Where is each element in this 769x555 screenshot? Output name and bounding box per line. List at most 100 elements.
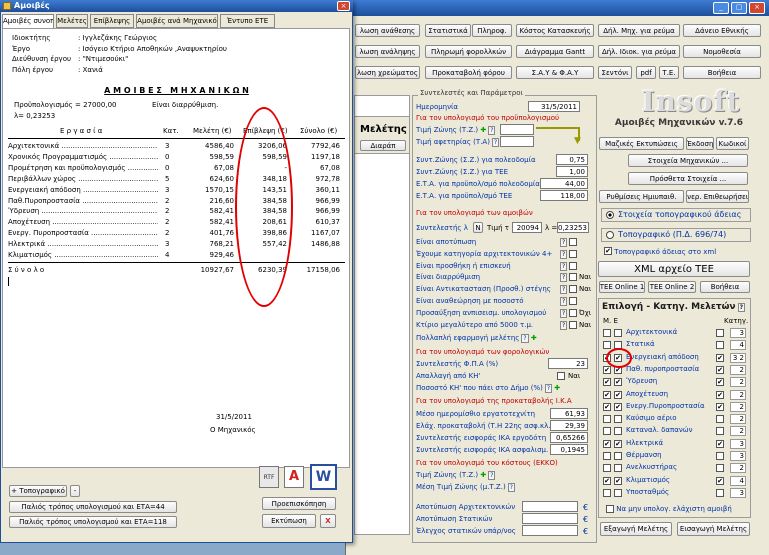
remove-topo-button[interactable]: -	[70, 485, 80, 497]
lambda-n-button[interactable]: Ν	[473, 222, 483, 233]
top-button[interactable]: Δάνειο Εθνικής	[683, 24, 761, 37]
category-kat-value[interactable]: 2	[730, 364, 746, 375]
category-e-check[interactable]	[614, 488, 622, 497]
app-window-controls[interactable]: _ ▢ ×	[713, 2, 765, 14]
rtf-icon[interactable]: RTF	[259, 466, 279, 488]
category-kat-value[interactable]: 2	[730, 463, 746, 474]
category-m-check[interactable]	[603, 464, 611, 473]
help-icon[interactable]: ?	[560, 238, 568, 247]
param-field[interactable]: 118,00	[540, 190, 588, 201]
category-m-check[interactable]	[603, 488, 611, 497]
category-m-check[interactable]	[603, 452, 611, 460]
top-button[interactable]: λωση χρεώματος	[355, 66, 420, 79]
category-m-check[interactable]: ✔	[603, 439, 611, 448]
right-button[interactable]: Ρυθμίσεις Ημιυπαιθ.	[599, 190, 684, 203]
top-button[interactable]: Δήλ. Ιδιοκ. για ρεύμα	[598, 45, 680, 58]
top-button[interactable]: λωση ανάληψης	[355, 45, 420, 58]
category-kat-check[interactable]	[716, 488, 724, 497]
bg-darap-button[interactable]: Διαράπ	[360, 140, 406, 151]
param-field[interactable]: 0,75	[556, 154, 588, 165]
category-kat-check[interactable]	[716, 427, 724, 436]
top-button[interactable]: Δήλ. Μηχ. για ρεύμα	[598, 24, 680, 37]
radio-option[interactable]: Τοπογραφικό (Π.Δ. 696/74)	[601, 228, 751, 242]
help-icon[interactable]: ?	[560, 273, 568, 283]
minimize-icon[interactable]: _	[713, 2, 729, 14]
add-topo-button[interactable]: + Τοπογραφικό	[9, 485, 67, 497]
ika-field[interactable]: 0,65266	[550, 432, 588, 443]
category-kat-check[interactable]: ✔	[716, 439, 724, 448]
xml-tee-button[interactable]: XML αρχείο ΤΕΕ	[598, 261, 750, 277]
category-m-check[interactable]	[603, 427, 611, 436]
small-top-button[interactable]: Βοήθεια	[683, 66, 761, 79]
category-kat-check[interactable]	[716, 452, 724, 460]
category-m-check[interactable]	[603, 341, 611, 350]
min-fee-check[interactable]: Να μην υπολογ. ελάχιστη αμοιβή	[606, 505, 732, 513]
ika-field[interactable]: 61,93	[550, 408, 588, 419]
top-button[interactable]: Πληροφ.	[472, 24, 512, 37]
category-kat-value[interactable]: 2	[730, 426, 746, 437]
category-e-check[interactable]: ✔	[614, 402, 622, 411]
flag-check[interactable]	[569, 261, 577, 270]
mode-44-button[interactable]: Παλιός τρόπος υπολογισμού και ΕΤΑ=44	[9, 501, 177, 513]
help-icon[interactable]: ?	[560, 285, 568, 295]
help-icon[interactable]: ?	[560, 320, 568, 330]
radio-icon[interactable]	[606, 210, 614, 219]
right-button[interactable]: Κωδικοί	[716, 137, 749, 150]
radio-icon[interactable]	[606, 230, 614, 239]
category-kat-value[interactable]: 3	[730, 487, 746, 498]
top-button[interactable]: Προκαταβολή φόρου	[425, 66, 512, 79]
lambda-field[interactable]: 0,23253	[557, 222, 589, 233]
tab[interactable]: Αμοιβές ανά Μηχανικό	[136, 14, 218, 28]
category-e-check[interactable]: ✔	[614, 390, 622, 399]
dialog-close-icon[interactable]: ×	[337, 1, 350, 11]
word-icon[interactable]: W	[310, 464, 337, 490]
ika-field[interactable]: 0,1945	[550, 444, 588, 455]
category-kat-value[interactable]: 4	[730, 475, 746, 486]
top-button[interactable]: Διάγραμμα Gantt	[516, 45, 594, 58]
category-kat-check[interactable]: ✔	[716, 476, 724, 485]
close-icon[interactable]: ×	[749, 2, 765, 14]
category-m-check[interactable]	[603, 329, 611, 337]
category-kat-value[interactable]: 3	[730, 438, 746, 449]
help-icon[interactable]: ?	[560, 261, 568, 271]
category-kat-value[interactable]: 3	[730, 451, 746, 461]
category-e-check[interactable]	[614, 464, 622, 473]
category-kat-value[interactable]: 3 2	[730, 352, 746, 363]
flag-check[interactable]	[569, 297, 577, 305]
fpa-field[interactable]: 23	[548, 358, 588, 369]
t-field[interactable]: 20094	[512, 222, 542, 233]
category-e-check[interactable]	[614, 415, 622, 424]
category-m-check[interactable]: ✔	[603, 365, 611, 374]
category-e-check[interactable]	[614, 427, 622, 436]
flag-check[interactable]	[569, 320, 577, 329]
category-kat-check[interactable]	[716, 464, 724, 473]
kh-check[interactable]	[557, 372, 565, 380]
top-button[interactable]: Πληρωμή φορολλκών	[425, 45, 512, 58]
pdf-icon[interactable]: A	[284, 466, 304, 488]
flag-check[interactable]	[569, 308, 577, 317]
tee-online-button[interactable]: Βοήθεια	[700, 281, 750, 293]
category-kat-value[interactable]: 2	[730, 389, 746, 400]
flag-check[interactable]	[569, 249, 577, 258]
close-button[interactable]: X	[320, 514, 336, 528]
category-m-check[interactable]: ✔	[603, 476, 611, 485]
radio-option[interactable]: Στοιχεία τοπογραφικού άδειας	[601, 208, 751, 222]
maximize-icon[interactable]: ▢	[731, 2, 747, 14]
category-m-check[interactable]: ✔	[603, 378, 611, 387]
top-button[interactable]: Κόστος Κατασκευής	[516, 24, 594, 37]
date-field[interactable]: 31/5/2011	[528, 101, 580, 112]
category-e-check[interactable]: ✔	[614, 378, 622, 387]
ika-field[interactable]: 29,39	[550, 420, 588, 431]
category-e-check[interactable]: ✔	[614, 476, 622, 485]
tab[interactable]: Επίβλεψης	[90, 14, 134, 28]
category-kat-check[interactable]: ✔	[716, 365, 724, 374]
start-value-field[interactable]	[500, 136, 534, 147]
zone-field[interactable]	[500, 124, 534, 135]
category-e-check[interactable]	[614, 329, 622, 337]
topo-xml-check[interactable]: ✔ Τοπογραφικό άδειας στο xml	[604, 247, 716, 256]
flag-check[interactable]	[569, 285, 577, 294]
category-m-check[interactable]: ✔	[603, 402, 611, 411]
category-kat-value[interactable]: 2	[730, 401, 746, 412]
category-kat-value[interactable]: 2	[730, 414, 746, 425]
result-field[interactable]	[522, 513, 578, 524]
